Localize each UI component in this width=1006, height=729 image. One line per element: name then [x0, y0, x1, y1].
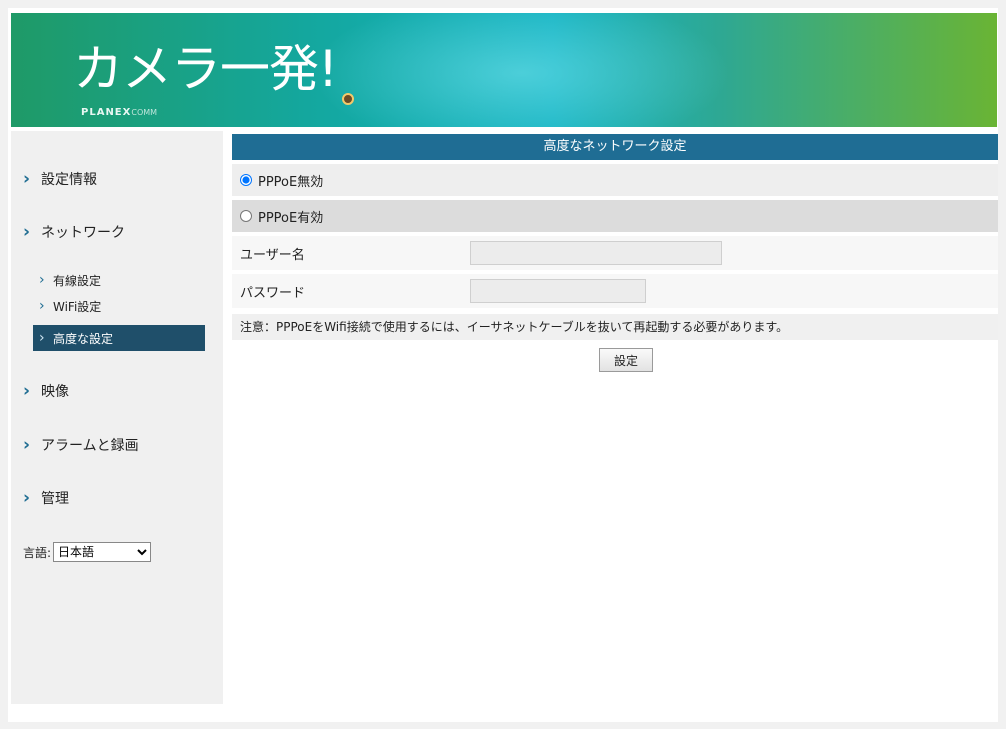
chevron-right-icon: › [39, 272, 45, 288]
sidebar-subitem-advanced[interactable]: › 高度な設定 [33, 325, 205, 351]
chevron-right-icon: › [39, 330, 45, 346]
chevron-right-icon: › [23, 169, 31, 189]
pppoe-enabled-row[interactable]: PPPoE有効 [232, 200, 998, 232]
password-row: パスワード [232, 274, 998, 308]
submit-button[interactable]: 設定 [599, 348, 653, 372]
sidebar: › 設定情報 › ネットワーク › 有線設定 › WiFi設定 › 高度な設定 … [11, 131, 223, 704]
submit-row: 設定 [232, 348, 998, 372]
pppoe-disabled-row[interactable]: PPPoE無効 [232, 164, 998, 196]
banner-glow [311, 13, 731, 127]
sidebar-item-label: 管理 [41, 491, 69, 507]
page-frame: カメラ一発! PLANEXCOMM › 設定情報 › ネットワーク › 有線設定… [8, 8, 998, 722]
language-select[interactable]: 日本語 [53, 542, 152, 562]
main-panel: 高度なネットワーク設定 PPPoE無効 PPPoE有効 ユーザー名 パスワード … [232, 134, 998, 372]
notice-text: 注意：PPPoEをWifi接続で使用するには、イーサネットケーブルを抜いて再起動… [232, 314, 998, 340]
sidebar-item-label: 映像 [41, 384, 69, 400]
language-row: 言語: 日本語 [23, 542, 152, 562]
language-label: 言語: [23, 545, 52, 560]
brand-suffix: COMM [131, 108, 158, 117]
sidebar-item-alarm-recording[interactable]: › アラームと録画 [23, 433, 139, 457]
sidebar-item-label: 設定情報 [41, 172, 97, 188]
sidebar-item-status[interactable]: › 設定情報 [23, 167, 97, 191]
sidebar-subitem-label: 高度な設定 [53, 331, 114, 346]
username-row: ユーザー名 [232, 236, 998, 270]
chevron-right-icon: › [23, 222, 31, 242]
brand-name: PLANEX [81, 107, 132, 118]
logo-dot-icon [342, 93, 354, 105]
chevron-right-icon: › [39, 298, 45, 314]
chevron-right-icon: › [23, 435, 31, 455]
pppoe-disabled-radio[interactable] [240, 174, 252, 186]
panel-title: 高度なネットワーク設定 [232, 134, 998, 160]
password-input[interactable] [470, 279, 646, 303]
brand-logo: PLANEXCOMM [81, 107, 157, 118]
pppoe-enabled-radio[interactable] [240, 210, 252, 222]
sidebar-item-label: アラームと録画 [41, 438, 139, 454]
username-input[interactable] [470, 241, 722, 265]
sidebar-item-video[interactable]: › 映像 [23, 379, 69, 403]
logo-title: カメラ一発! [73, 40, 338, 98]
sidebar-subitem-wifi[interactable]: › WiFi設定 [39, 296, 101, 316]
chevron-right-icon: › [23, 488, 31, 508]
sidebar-item-label: ネットワーク [41, 225, 125, 241]
pppoe-disabled-label: PPPoE無効 [258, 174, 324, 190]
sidebar-item-network[interactable]: › ネットワーク [23, 220, 125, 244]
username-label: ユーザー名 [240, 247, 305, 263]
chevron-right-icon: › [23, 381, 31, 401]
sidebar-subitem-label: WiFi設定 [53, 299, 102, 314]
sidebar-subitem-wired[interactable]: › 有線設定 [39, 270, 101, 290]
sidebar-subitem-label: 有線設定 [53, 273, 102, 288]
password-label: パスワード [240, 285, 306, 301]
sidebar-item-admin[interactable]: › 管理 [23, 486, 69, 510]
header-banner: カメラ一発! PLANEXCOMM [11, 13, 997, 127]
pppoe-enabled-label: PPPoE有効 [258, 210, 324, 226]
